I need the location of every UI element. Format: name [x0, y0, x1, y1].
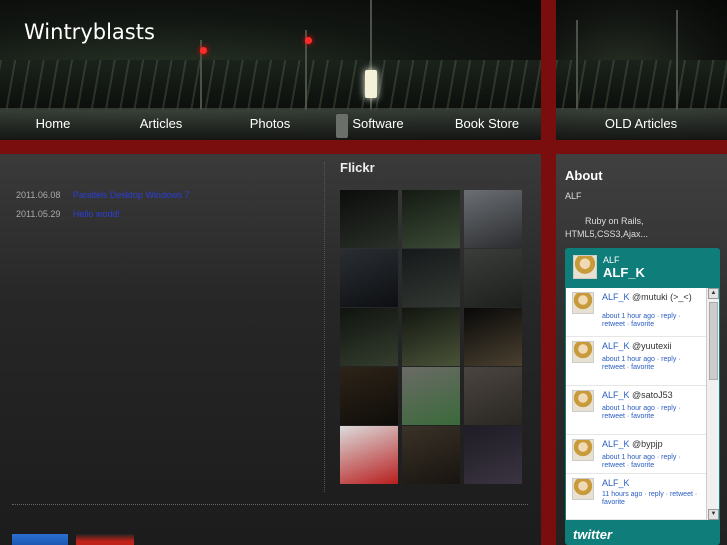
twitter-username-link[interactable]: ALF_K [603, 265, 645, 280]
flickr-thumbnail[interactable] [402, 367, 460, 425]
section-divider [12, 504, 528, 505]
tweet-item: ALF_K 11 hours ago · reply · retweet · f… [566, 474, 706, 520]
tweet-item: ALF_K @satoJ53 about 1 hour ago · reply ·… [566, 386, 706, 435]
tweet-user-link[interactable]: ALF_K [602, 478, 630, 488]
twitter-logo[interactable]: twitter [573, 527, 612, 542]
column-divider [324, 162, 325, 492]
nav-item-software[interactable]: Software [336, 108, 406, 140]
flickr-thumbnail[interactable] [402, 426, 460, 484]
tweet-text: ALF_K @bypjp [602, 439, 704, 450]
flickr-thumbnail[interactable] [402, 249, 460, 307]
about-name: ALF [565, 191, 582, 201]
header-photo-pole [676, 10, 678, 110]
tweet-avatar[interactable] [572, 478, 594, 500]
flickr-thumbnail[interactable] [402, 190, 460, 248]
tweet-text: ALF_K @satoJ53 [602, 390, 704, 401]
scroll-up-icon[interactable]: ▲ [708, 288, 719, 299]
tweet-item: ALF_K @yuutexii about 1 hour ago · reply … [566, 337, 706, 386]
twitter-feed: ALF_K 11 hours ago · reply · retweet · f… [566, 288, 719, 520]
tweet-item: ALF_K @mutuki (>_<)about 1 hour ago · re… [566, 288, 706, 337]
post-title-link[interactable]: Hello world! [73, 209, 120, 219]
twitter-feed-scrollbar[interactable]: ▲ ▼ [706, 288, 719, 520]
post-date: 2011.05.29 [16, 209, 61, 219]
tweet-meta-links[interactable]: about 1 hour ago · reply · retweet · fav… [602, 313, 704, 329]
tweet-meta-links[interactable]: 11 hours ago · reply · retweet · favorit… [602, 491, 704, 507]
header-photo-tracks [0, 60, 541, 110]
main-nav-right: OLD Articles [556, 108, 727, 140]
post-entry: 2011.06.08 Parallels Desktop Windows 7 [16, 190, 189, 200]
nav-item-articles[interactable]: Articles [128, 108, 194, 140]
tweet-meta-links[interactable]: about 1 hour ago · reply · retweet · fav… [602, 454, 704, 470]
tweet-text: ALF_K @yuutexii [602, 341, 704, 352]
header-photo-tracks [556, 60, 727, 110]
tweet-avatar[interactable] [572, 292, 594, 314]
scrollbar-thumb[interactable] [709, 302, 718, 380]
tweet-avatar[interactable] [572, 341, 594, 363]
tweet-meta-links[interactable]: about 1 hour ago · reply · retweet · fav… [602, 356, 704, 372]
flickr-thumbnail[interactable] [340, 308, 398, 366]
flickr-thumbnail[interactable] [340, 367, 398, 425]
site-title[interactable]: Wintryblasts [24, 20, 155, 44]
nav-item-old-articles[interactable]: OLD Articles [596, 108, 686, 140]
flickr-thumbnail[interactable] [464, 190, 522, 248]
flickr-thumbnail[interactable] [340, 249, 398, 307]
flickr-thumbnail[interactable] [464, 249, 522, 307]
tweet-user-link[interactable]: ALF_K [602, 292, 630, 302]
nav-item-book-store[interactable]: Book Store [450, 108, 524, 140]
scroll-down-icon[interactable]: ▼ [708, 509, 719, 520]
post-date: 2011.06.08 [16, 190, 61, 200]
main-nav: Home Articles Photos Software Book Store [0, 108, 541, 140]
tweet-meta-links[interactable]: about 1 hour ago · reply · retweet · fav… [602, 405, 704, 421]
tweet-user-link[interactable]: ALF_K [602, 341, 630, 351]
tweet-item: ALF_K @bypjp about 1 hour ago · reply · r… [566, 435, 706, 474]
about-heading: About [565, 168, 603, 183]
flickr-thumbnail[interactable] [464, 426, 522, 484]
post-entry: 2011.05.29 Hello world! [16, 209, 120, 219]
nav-item-photos[interactable]: Photos [237, 108, 303, 140]
post-title-link[interactable]: Parallels Desktop Windows 7 [73, 190, 190, 200]
nav-item-home[interactable]: Home [20, 108, 86, 140]
flickr-thumbnail[interactable] [340, 190, 398, 248]
tweet-user-link[interactable]: ALF_K [602, 390, 630, 400]
tweet-avatar[interactable] [572, 439, 594, 461]
tweet-body: @yuutexii [632, 341, 672, 351]
main-content: 2011.06.08 Parallels Desktop Windows 7 2… [0, 154, 541, 545]
about-description: Ruby on Rails, HTML5,CSS3,Ajax... [565, 215, 715, 241]
tweet-text: ALF_K [602, 478, 704, 489]
about-description-text: Ruby on Rails, HTML5,CSS3,Ajax... [565, 216, 649, 239]
header-photo-signal [200, 47, 207, 54]
footer-badge[interactable] [12, 534, 68, 545]
flickr-thumbnail[interactable] [464, 367, 522, 425]
header-photo-lamp [365, 70, 377, 98]
flickr-heading: Flickr [340, 160, 375, 175]
flickr-thumbnail[interactable] [464, 308, 522, 366]
header-photo-signal [305, 37, 312, 44]
flickr-thumbnail[interactable] [340, 426, 398, 484]
tweet-body: @satoJ53 [632, 390, 673, 400]
tweet-avatar[interactable] [572, 390, 594, 412]
twitter-widget: ALF ALF_K ALF_K 11 hours ago · reply · r… [565, 248, 720, 545]
twitter-avatar[interactable] [573, 255, 597, 279]
header-photo-pole [576, 20, 578, 110]
tweet-body: @bypjp [632, 439, 663, 449]
footer-badge[interactable] [76, 534, 134, 545]
twitter-display-name: ALF [603, 255, 620, 265]
tweet-text: ALF_K @mutuki (>_<) [602, 292, 704, 303]
tweet-body: @mutuki (>_<) [632, 292, 692, 302]
tweet-user-link[interactable]: ALF_K [602, 439, 630, 449]
flickr-thumbnail[interactable] [402, 308, 460, 366]
